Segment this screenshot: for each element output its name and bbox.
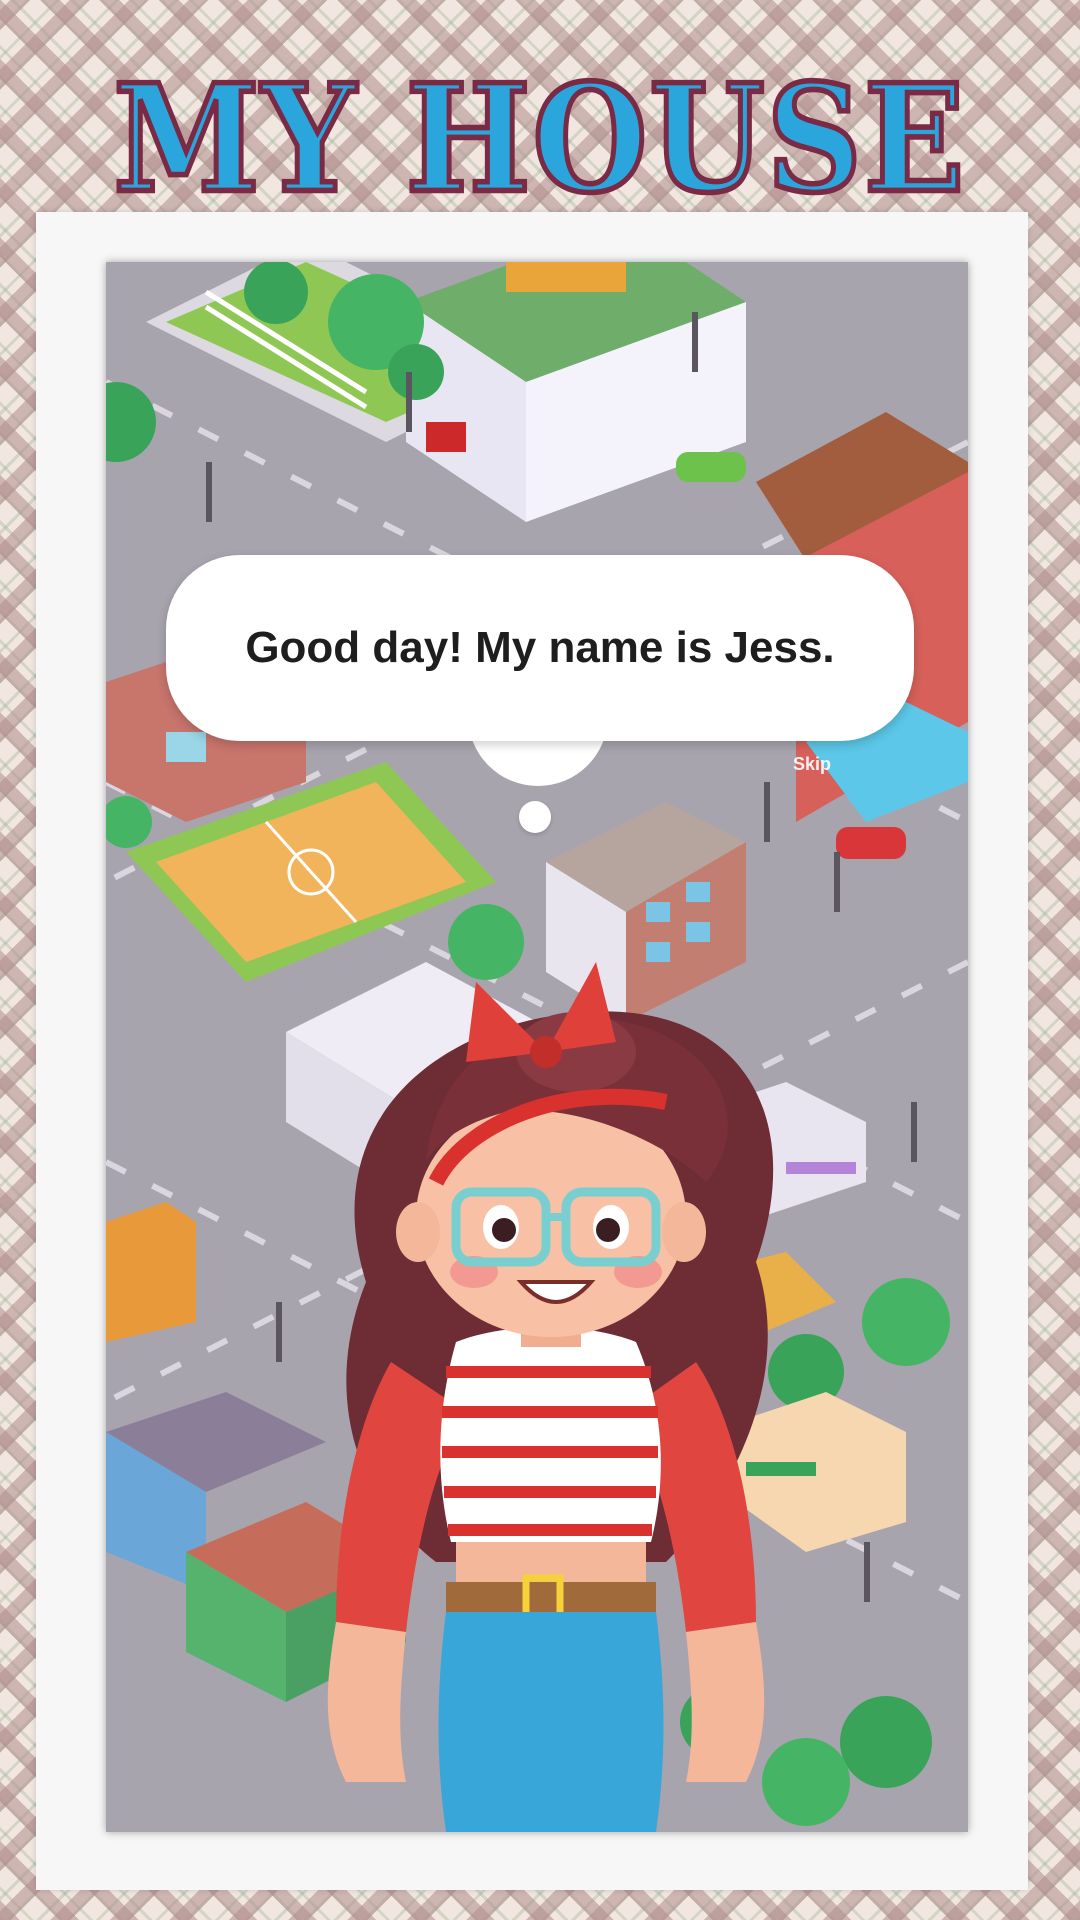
speech-bubble[interactable]: Good day! My name is Jess. <box>166 555 914 741</box>
city-scene <box>106 262 968 1832</box>
left-ear <box>396 1202 440 1262</box>
skip-button[interactable]: Skip <box>793 754 831 775</box>
red-car <box>836 827 906 859</box>
shop-sign <box>506 262 626 292</box>
left-arm <box>327 1622 406 1782</box>
bow-knot <box>530 1036 562 1068</box>
speech-bubble-dot <box>519 801 551 833</box>
store-awning <box>746 1462 816 1476</box>
cafe <box>106 1202 196 1342</box>
right-arm <box>686 1622 765 1782</box>
app-title: MY HOUSE DIY <box>111 50 967 431</box>
dialog-text: Good day! My name is Jess. <box>245 623 835 672</box>
left-window <box>166 732 206 762</box>
left-pupil <box>492 1218 516 1242</box>
game-screen[interactable]: Skip <box>106 262 968 1832</box>
right-pupil <box>596 1218 620 1242</box>
striped-shirt <box>440 1327 661 1542</box>
belt <box>446 1582 656 1612</box>
shop-awning <box>786 1162 856 1174</box>
right-ear <box>662 1202 706 1262</box>
jeans <box>438 1612 664 1832</box>
green-car <box>676 452 746 482</box>
shop-door <box>426 422 466 452</box>
